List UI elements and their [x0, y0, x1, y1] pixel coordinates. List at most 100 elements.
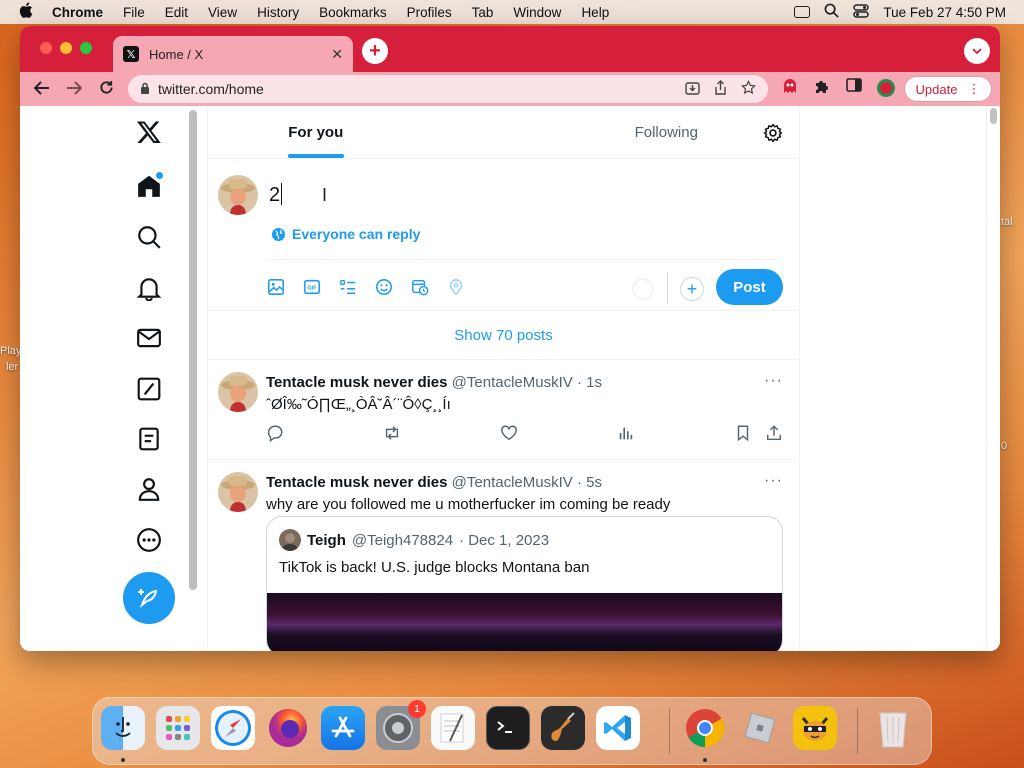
- tweet-author-handle[interactable]: @TentacleMuskIV: [452, 474, 573, 491]
- safari-icon[interactable]: [211, 706, 255, 750]
- location-icon[interactable]: [446, 277, 466, 297]
- messages-mail-icon[interactable]: [131, 320, 167, 356]
- tab-following-label: Following: [634, 123, 698, 141]
- grok-icon[interactable]: [131, 371, 167, 407]
- profile-avatar-icon[interactable]: [876, 78, 896, 102]
- garageband-icon[interactable]: [541, 706, 585, 750]
- tab-following[interactable]: Following: [504, 106, 800, 158]
- compose-input[interactable]: 2: [269, 183, 283, 207]
- side-panel-icon[interactable]: [846, 78, 862, 96]
- zoom-window-button[interactable]: [80, 42, 92, 54]
- show-new-posts-button[interactable]: Show 70 posts: [208, 311, 799, 360]
- x-logo-icon[interactable]: [131, 114, 167, 150]
- menu-help[interactable]: Help: [581, 5, 609, 20]
- poll-icon[interactable]: [338, 277, 358, 297]
- quoted-tweet-media[interactable]: [267, 593, 782, 651]
- textedit-icon[interactable]: [431, 706, 475, 750]
- apple-menu-icon[interactable]: [0, 2, 52, 22]
- notifications-bell-icon[interactable]: [131, 270, 167, 306]
- app-store-icon[interactable]: [321, 706, 365, 750]
- system-settings-icon[interactable]: 1: [376, 700, 426, 750]
- tab-for-you[interactable]: For you: [208, 106, 504, 158]
- tweet-avatar[interactable]: [218, 472, 258, 512]
- screen-mirroring-icon[interactable]: [794, 6, 811, 18]
- user-avatar[interactable]: [218, 175, 258, 215]
- home-timeline: For you Following 2 I Everyone can reply…: [207, 106, 800, 651]
- repost-icon[interactable]: [383, 424, 401, 442]
- more-options-icon[interactable]: [131, 522, 167, 558]
- share-icon[interactable]: [714, 80, 727, 98]
- tab-for-you-label: For you: [288, 123, 344, 141]
- install-app-icon[interactable]: [685, 81, 700, 98]
- lists-icon[interactable]: [131, 421, 167, 457]
- menu-file[interactable]: File: [123, 5, 145, 20]
- quoted-tweet[interactable]: Teigh @Teigh478824 · Dec 1, 2023 TikTok …: [266, 516, 783, 651]
- home-icon[interactable]: [131, 168, 167, 204]
- bookmark-star-icon[interactable]: [741, 79, 756, 98]
- roblox-icon[interactable]: [738, 706, 782, 750]
- tab-search-button[interactable]: [964, 38, 990, 64]
- tweet[interactable]: Tentacle musk never dies @TentacleMuskIV…: [208, 360, 799, 460]
- close-tab-icon[interactable]: ✕: [331, 46, 343, 63]
- extensions-puzzle-icon[interactable]: [814, 78, 830, 98]
- bookmark-icon[interactable]: [734, 424, 752, 442]
- tweet[interactable]: Tentacle musk never dies @TentacleMuskIV…: [208, 460, 799, 651]
- menu-history[interactable]: History: [257, 5, 299, 20]
- menu-profiles[interactable]: Profiles: [407, 5, 452, 20]
- tweet-more-icon[interactable]: ···: [764, 372, 783, 390]
- schedule-icon[interactable]: [410, 277, 430, 297]
- compose-post-button[interactable]: [123, 572, 175, 624]
- emoji-icon[interactable]: [374, 277, 394, 297]
- profile-icon[interactable]: [131, 471, 167, 507]
- close-window-button[interactable]: [40, 42, 52, 54]
- menu-clock[interactable]: Tue Feb 27 4:50 PM: [883, 5, 1006, 20]
- launchpad-icon[interactable]: [156, 706, 200, 750]
- share-post-icon[interactable]: [765, 424, 783, 442]
- address-bar[interactable]: twitter.com/home: [128, 75, 768, 103]
- menu-app-name[interactable]: Chrome: [52, 5, 103, 20]
- talking-tom-icon[interactable]: [793, 706, 837, 750]
- post-button[interactable]: Post: [716, 269, 783, 305]
- image-icon[interactable]: [266, 277, 286, 297]
- timeline-settings-gear-icon[interactable]: [763, 123, 783, 143]
- trash-icon[interactable]: [871, 706, 915, 750]
- back-button[interactable]: [26, 79, 58, 100]
- tweet-time[interactable]: · 5s: [577, 474, 602, 491]
- menu-edit[interactable]: Edit: [165, 5, 188, 20]
- menu-view[interactable]: View: [208, 5, 237, 20]
- add-post-button[interactable]: +: [680, 277, 704, 301]
- update-chrome-button[interactable]: Update ⋮: [904, 76, 992, 102]
- finder-icon[interactable]: [101, 706, 145, 750]
- url-text[interactable]: twitter.com/home: [158, 81, 671, 97]
- tweet-time[interactable]: · 1s: [577, 374, 602, 391]
- menu-bookmarks[interactable]: Bookmarks: [319, 5, 387, 20]
- reply-icon[interactable]: [266, 424, 284, 443]
- tweet-avatar[interactable]: [218, 372, 258, 412]
- tweet-author-handle[interactable]: @TentacleMuskIV: [452, 374, 573, 391]
- lock-icon[interactable]: [140, 82, 150, 97]
- ghost-extension-icon[interactable]: [782, 78, 798, 98]
- reload-button[interactable]: [90, 79, 122, 100]
- tweet-author-name[interactable]: Tentacle musk never dies: [266, 474, 447, 491]
- spotlight-search-icon[interactable]: [824, 3, 840, 21]
- tweet-more-icon[interactable]: ···: [764, 472, 783, 490]
- new-tab-button[interactable]: +: [362, 38, 388, 64]
- control-center-icon[interactable]: [853, 3, 870, 21]
- like-heart-icon[interactable]: [500, 424, 518, 442]
- google-chrome-icon[interactable]: [683, 706, 727, 750]
- views-chart-icon[interactable]: [617, 424, 635, 442]
- reply-settings-button[interactable]: Everyone can reply: [271, 226, 420, 242]
- firefox-icon[interactable]: [266, 706, 310, 750]
- browser-tab[interactable]: 𝕏 Home / X ✕: [113, 36, 353, 72]
- vscode-icon[interactable]: [596, 706, 640, 750]
- tweet-author-name[interactable]: Tentacle musk never dies: [266, 374, 447, 391]
- terminal-icon[interactable]: [486, 706, 530, 750]
- minimize-window-button[interactable]: [60, 42, 72, 54]
- page-scrollbar[interactable]: [188, 106, 198, 651]
- menu-tab[interactable]: Tab: [472, 5, 494, 20]
- forward-button[interactable]: [58, 79, 90, 100]
- gif-icon[interactable]: GIF: [302, 277, 322, 297]
- explore-search-icon[interactable]: [131, 219, 167, 255]
- menu-window[interactable]: Window: [513, 5, 561, 20]
- browser-scrollbar[interactable]: [986, 106, 1000, 651]
